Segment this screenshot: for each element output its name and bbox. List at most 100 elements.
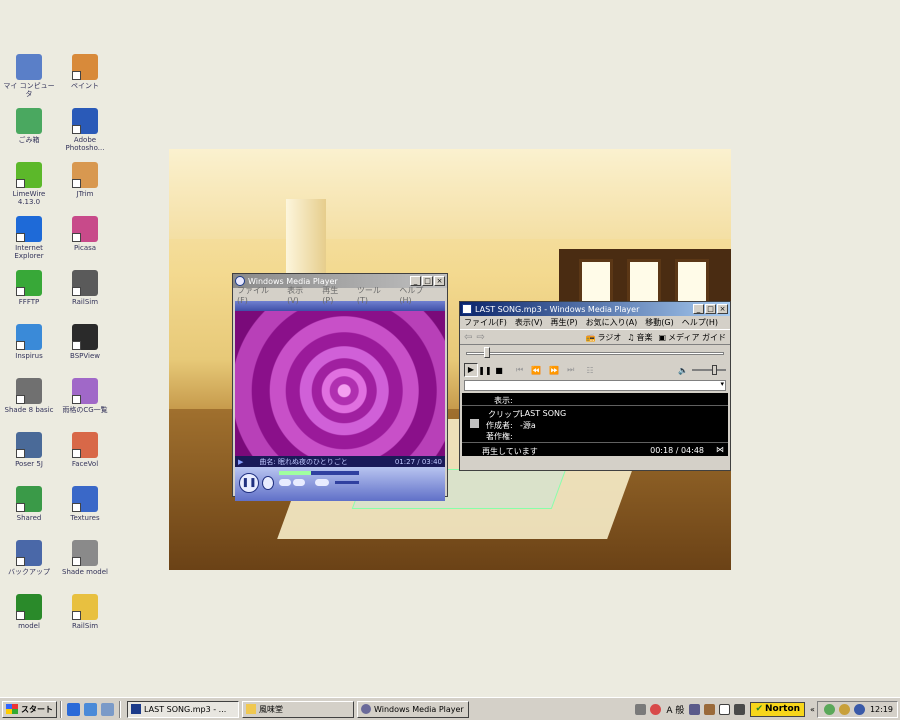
seek-bar[interactable] bbox=[466, 347, 724, 359]
taskbar-button-wmp[interactable]: Windows Media Player bbox=[357, 700, 469, 718]
desktop-icon-label: Picasa bbox=[73, 244, 97, 252]
desktop-icon[interactable]: Internet Explorer bbox=[1, 216, 57, 260]
skip-forward-icon[interactable]: ⏭ bbox=[567, 365, 574, 375]
network-icon[interactable] bbox=[823, 703, 835, 715]
menu-item[interactable]: 表示(V) bbox=[287, 285, 314, 305]
desktop-icon-label: Poser 5J bbox=[15, 460, 43, 468]
volume-slider[interactable] bbox=[335, 481, 359, 484]
desktop-icon-label: ごみ箱 bbox=[18, 136, 40, 144]
keyboard-icon[interactable] bbox=[635, 703, 647, 715]
desktop-icon[interactable]: Poser 5J bbox=[1, 432, 57, 468]
desktop-icon[interactable]: BSPView bbox=[57, 324, 113, 360]
desktop-icon[interactable]: Adobe Photosho... bbox=[57, 108, 113, 152]
ime-icon[interactable] bbox=[650, 703, 662, 715]
taskbar-button-folder[interactable]: 風味堂 bbox=[242, 700, 354, 718]
desktop-icon[interactable]: ペイント bbox=[57, 54, 113, 90]
playlist-icon[interactable]: ☷ bbox=[586, 366, 593, 375]
desktop-icon[interactable]: バックアップ bbox=[1, 540, 57, 576]
prev-track-button[interactable] bbox=[279, 479, 291, 486]
desktop-icon-label: Textures bbox=[70, 514, 100, 522]
seek-thumb[interactable] bbox=[484, 347, 491, 358]
desktop-icon[interactable]: RailSim bbox=[57, 270, 113, 306]
media-guide-button[interactable]: メディア ガイド bbox=[668, 332, 726, 343]
app-icon bbox=[16, 432, 42, 458]
radio-button[interactable]: ラジオ bbox=[597, 332, 621, 343]
close-button[interactable]: × bbox=[717, 304, 728, 314]
seek-slider[interactable] bbox=[279, 471, 359, 475]
chevron-down-icon[interactable]: ▾ bbox=[720, 380, 724, 388]
wmp-video-window[interactable]: Windows Media Player _ □ × ファイル(F) 表示(V) 再… bbox=[232, 273, 448, 501]
help-icon[interactable] bbox=[719, 703, 731, 715]
desktop-icon[interactable]: Shade model bbox=[57, 540, 113, 576]
play-arrow-icon[interactable]: ▶ bbox=[238, 458, 243, 466]
back-arrow-icon[interactable]: ⇦ bbox=[464, 332, 472, 343]
app-icon bbox=[72, 162, 98, 188]
menu-item[interactable]: ヘルプ(H) bbox=[399, 285, 435, 305]
menu-item[interactable]: お気に入り(A) bbox=[586, 317, 638, 328]
ime-mode[interactable]: A 般 bbox=[666, 703, 684, 716]
forward-arrow-icon[interactable]: ⇨ bbox=[476, 332, 484, 343]
minimize-button[interactable]: _ bbox=[693, 304, 704, 314]
menu-item[interactable]: 表示(V) bbox=[515, 317, 543, 328]
arrow-icon[interactable] bbox=[734, 703, 746, 715]
desktop-icon[interactable]: FFFTP bbox=[1, 270, 57, 306]
pause-button[interactable]: ❚❚ bbox=[239, 473, 259, 493]
mute-button[interactable] bbox=[315, 479, 329, 486]
menu-item[interactable]: ヘルプ(H) bbox=[682, 317, 718, 328]
menu-item[interactable]: ツール(T) bbox=[357, 285, 392, 305]
fast-forward-icon[interactable]: ⏩ bbox=[549, 366, 559, 375]
speaker-icon[interactable]: 🔈 bbox=[678, 366, 688, 375]
desktop-icon[interactable]: ごみ箱 bbox=[1, 108, 57, 144]
desktop-icon[interactable]: JTrim bbox=[57, 162, 113, 198]
rewind-icon[interactable]: ⏪ bbox=[531, 366, 541, 375]
skip-back-icon[interactable]: ⏮ bbox=[516, 365, 523, 375]
desktop-icon[interactable]: マイ コンピュータ bbox=[1, 54, 57, 98]
system-tray: A 般 ✔ Norton « 12:19 bbox=[633, 700, 898, 718]
app-icon bbox=[16, 378, 42, 404]
desktop-icon[interactable]: Shared bbox=[1, 486, 57, 522]
menu-item[interactable]: ファイル(F) bbox=[464, 317, 507, 328]
music-button[interactable]: 音楽 bbox=[636, 332, 652, 343]
stop-button[interactable] bbox=[262, 476, 274, 490]
ie-quicklaunch-icon[interactable] bbox=[67, 702, 80, 716]
desktop-icon[interactable]: Inspirus bbox=[1, 324, 57, 360]
taskbar-button-last-song[interactable]: LAST SONG.mp3 - ... bbox=[127, 700, 239, 718]
next-track-button[interactable] bbox=[293, 479, 305, 486]
app-icon bbox=[72, 270, 98, 296]
desktop-icon[interactable]: Textures bbox=[57, 486, 113, 522]
wmp-main-window[interactable]: LAST SONG.mp3 - Windows Media Player _ □… bbox=[459, 301, 731, 471]
play-button[interactable]: ▶ bbox=[464, 363, 478, 377]
pause-button[interactable]: ❚❚ bbox=[478, 366, 492, 375]
desktop-icon[interactable]: FaceVol bbox=[57, 432, 113, 468]
start-button[interactable]: スタート bbox=[2, 700, 57, 718]
media-quicklaunch-icon[interactable] bbox=[101, 702, 114, 716]
norton-button[interactable]: ✔ Norton bbox=[750, 701, 806, 717]
desktop-icon[interactable]: Picasa bbox=[57, 216, 113, 252]
book-icon[interactable] bbox=[704, 703, 716, 715]
globe-icon[interactable] bbox=[838, 703, 850, 715]
menu-item[interactable]: 再生(P) bbox=[551, 317, 578, 328]
desktop-icon-label: Adobe Photosho... bbox=[65, 136, 105, 152]
wmp-icon bbox=[131, 704, 141, 714]
shield-icon[interactable] bbox=[853, 703, 865, 715]
chapter-dropdown[interactable]: ▾ bbox=[464, 380, 726, 391]
desktop-icon[interactable]: model bbox=[1, 594, 57, 630]
desktop-icon[interactable]: RailSim bbox=[57, 594, 113, 630]
desktop-quicklaunch-icon[interactable] bbox=[84, 702, 97, 716]
close-button[interactable]: × bbox=[434, 276, 445, 286]
title-bar[interactable]: LAST SONG.mp3 - Windows Media Player _ □… bbox=[460, 302, 730, 316]
menu-item[interactable]: 移動(G) bbox=[645, 317, 673, 328]
stop-button[interactable]: ■ bbox=[492, 366, 506, 375]
menu-item[interactable]: 再生(P) bbox=[322, 285, 349, 305]
desktop-icon[interactable]: 雨格のCG一覧 bbox=[57, 378, 113, 414]
tool-icon[interactable] bbox=[689, 703, 701, 715]
menu-item[interactable]: ファイル(F) bbox=[237, 285, 279, 305]
desktop-icon[interactable]: LimeWire 4.13.0 bbox=[1, 162, 57, 206]
author-label: 作成者: bbox=[486, 421, 513, 430]
desktop-icon-label: FaceVol bbox=[71, 460, 99, 468]
desktop-icon[interactable]: Shade 8 basic bbox=[1, 378, 57, 414]
chevron-left-icon[interactable]: « bbox=[810, 705, 815, 714]
maximize-button[interactable]: □ bbox=[705, 304, 716, 314]
volume-slider[interactable] bbox=[692, 365, 726, 375]
clock[interactable]: 12:19 bbox=[870, 705, 893, 714]
